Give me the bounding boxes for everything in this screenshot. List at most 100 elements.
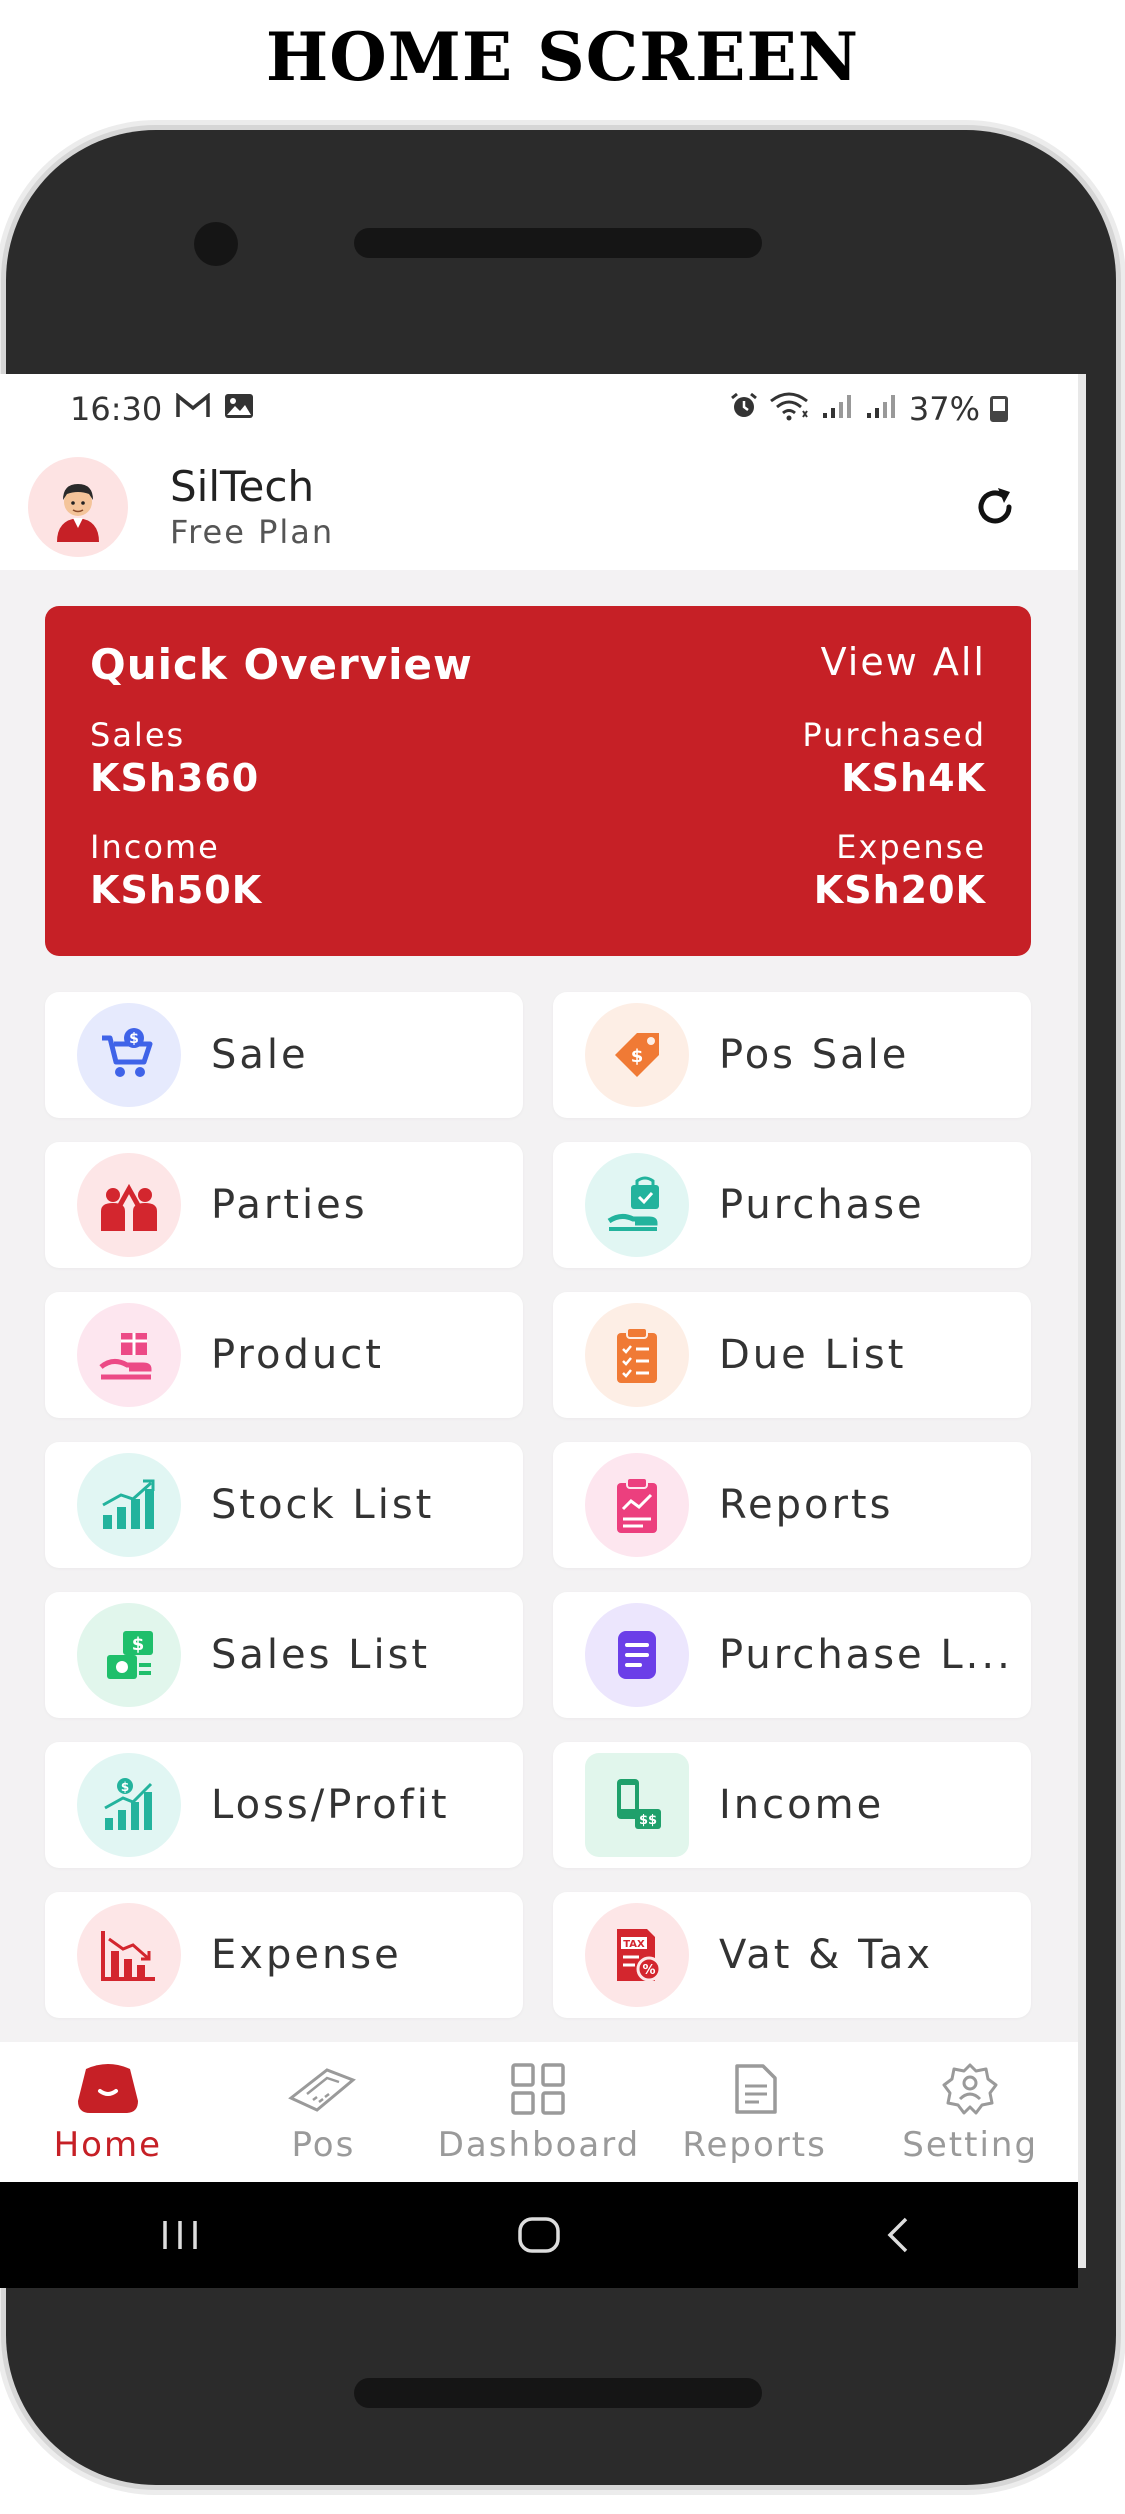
tile-due-list[interactable]: Due List [553, 1292, 1031, 1418]
tile-reports[interactable]: Reports [553, 1442, 1031, 1568]
expense-stat: Expense KSh20K [814, 827, 986, 913]
tile-label: Due List [719, 1332, 907, 1378]
plan-label: Free Plan [170, 513, 335, 551]
refresh-button[interactable] [960, 472, 1030, 542]
cart-icon: $ [77, 1003, 181, 1107]
tile-purchase-list[interactable]: Purchase L... [553, 1592, 1031, 1718]
screen-edge [1078, 374, 1086, 2268]
tile-label: Expense [211, 1932, 402, 1978]
tax-icon: TAX% [585, 1903, 689, 2007]
home-system-button[interactable] [499, 2205, 579, 2265]
tile-label: Product [211, 1332, 384, 1378]
tile-label: Sale [211, 1032, 309, 1078]
nav-reports[interactable]: Reports [647, 2059, 862, 2165]
income-stat: Income KSh50K [90, 827, 262, 913]
tile-label: Reports [719, 1482, 894, 1528]
purchased-stat: Purchased KSh4K [802, 715, 986, 801]
back-chevron-icon [887, 2217, 908, 2253]
tile-label: Pos Sale [719, 1032, 910, 1078]
bar-growth-icon [77, 1453, 181, 1557]
tile-label: Loss/Profit [211, 1782, 450, 1828]
sales-label: Sales [90, 716, 186, 754]
tile-label: Income [719, 1782, 885, 1828]
tile-product[interactable]: Product [45, 1292, 523, 1418]
overview-title: Quick Overview [90, 640, 473, 689]
money-icon: $ [77, 1603, 181, 1707]
tile-income[interactable]: $$ Income [553, 1742, 1031, 1868]
profit-chart-icon: $ [77, 1753, 181, 1857]
tile-stock-list[interactable]: Stock List [45, 1442, 523, 1568]
purchase-icon [585, 1153, 689, 1257]
loss-chart-icon [77, 1903, 181, 2007]
nav-dashboard-label: Dashboard [437, 2125, 641, 2165]
sales-stat: Sales KSh360 [90, 715, 259, 801]
expense-label: Expense [836, 828, 986, 866]
income-value: KSh50K [90, 868, 263, 912]
tile-pos-sale[interactable]: $ Pos Sale [553, 992, 1031, 1118]
dashboard-grid-icon [509, 2059, 569, 2119]
tile-sales-list[interactable]: $ Sales List [45, 1592, 523, 1718]
gift-hand-icon [77, 1303, 181, 1407]
svg-text:TAX: TAX [623, 1939, 645, 1950]
pos-terminal-icon [287, 2059, 359, 2119]
recent-apps-button[interactable] [140, 2205, 220, 2265]
tile-sale[interactable]: $ Sale [45, 992, 523, 1118]
status-bar: 16:30 37% [0, 374, 1078, 444]
bottom-speaker [354, 2378, 762, 2408]
feature-grid: $ Sale $ Pos Sale Parties Purchase Produ… [45, 992, 1031, 2018]
nav-reports-label: Reports [682, 2125, 827, 2165]
app-header: SilTech Free Plan [0, 444, 1078, 570]
alarm-icon [729, 391, 759, 428]
phone-screen: 16:30 37% SilTech Free Plan Quick Overvi… [0, 374, 1078, 2288]
tile-label: Vat & Tax [719, 1932, 934, 1978]
user-avatar-icon [57, 484, 99, 542]
gallery-icon [224, 393, 254, 426]
svg-text:$: $ [132, 1634, 145, 1655]
settings-gear-icon [940, 2059, 1000, 2119]
tile-label: Stock List [211, 1482, 435, 1528]
tile-parties[interactable]: Parties [45, 1142, 523, 1268]
home-icon [72, 2059, 144, 2119]
page-title: HOME SCREEN [265, 18, 860, 96]
system-navigation-bar [0, 2182, 1078, 2288]
report-icon [585, 1453, 689, 1557]
tile-loss-profit[interactable]: $ Loss/Profit [45, 1742, 523, 1868]
clipboard-icon [585, 1303, 689, 1407]
earpiece-speaker [354, 228, 762, 258]
sales-value: KSh360 [90, 756, 260, 800]
tile-label: Parties [211, 1182, 368, 1228]
back-button[interactable] [858, 2205, 938, 2265]
price-tag-icon: $ [585, 1003, 689, 1107]
expense-value: KSh20K [813, 868, 986, 912]
battery-icon [990, 396, 1008, 422]
income-label: Income [90, 828, 220, 866]
nav-dashboard[interactable]: Dashboard [431, 2059, 646, 2165]
home-circle-icon [518, 2217, 560, 2253]
nav-setting[interactable]: Setting [863, 2059, 1078, 2165]
tile-label: Purchase [719, 1182, 925, 1228]
front-camera [194, 222, 238, 266]
document-icon [729, 2059, 781, 2119]
avatar[interactable] [28, 457, 128, 557]
tile-label: Sales List [211, 1632, 431, 1678]
gmail-icon [176, 391, 210, 426]
phone-money-icon: $$ [585, 1753, 689, 1857]
nav-pos[interactable]: Pos [216, 2059, 431, 2165]
svg-text:$$: $$ [639, 1813, 657, 1828]
recents-icon [162, 2221, 197, 2249]
tile-vat-tax[interactable]: TAX% Vat & Tax [553, 1892, 1031, 2018]
nav-home-label: Home [53, 2125, 162, 2165]
nav-pos-label: Pos [291, 2125, 356, 2165]
tile-expense[interactable]: Expense [45, 1892, 523, 2018]
nav-home[interactable]: Home [0, 2059, 215, 2165]
svg-text:%: % [642, 1963, 655, 1978]
wifi-icon [769, 391, 811, 428]
nav-setting-label: Setting [902, 2125, 1039, 2165]
svg-text:$: $ [121, 1780, 129, 1794]
svg-text:$: $ [631, 1046, 644, 1067]
battery-percentage: 37% [908, 390, 980, 428]
view-all-link[interactable]: View All [821, 640, 986, 684]
tile-purchase[interactable]: Purchase [553, 1142, 1031, 1268]
tile-label: Purchase L... [719, 1632, 1013, 1678]
purchased-label: Purchased [802, 716, 986, 754]
